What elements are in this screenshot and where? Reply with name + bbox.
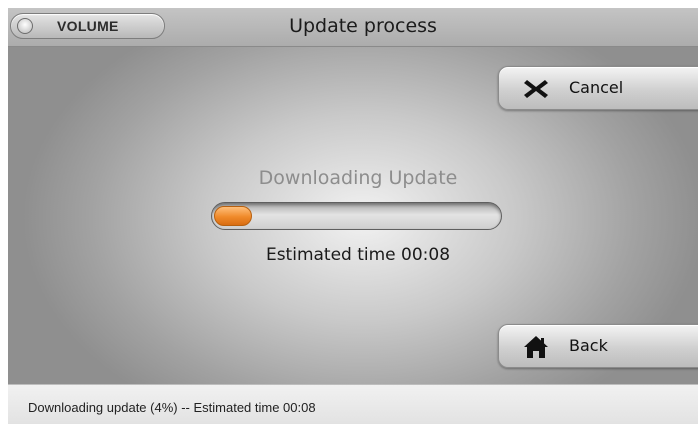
cancel-label: Cancel [569, 78, 624, 97]
status-bar: Downloading update (4%) -- Estimated tim… [8, 384, 698, 424]
download-title: Downloading Update [258, 167, 458, 189]
progress-fill [214, 206, 252, 226]
back-label: Back [569, 336, 608, 355]
volume-indicator-icon [17, 18, 33, 34]
update-screen: VOLUME Update process Cancel Downloading… [8, 8, 698, 424]
cancel-button[interactable]: Cancel [498, 66, 698, 110]
status-text: Downloading update (4%) -- Estimated tim… [28, 400, 316, 415]
volume-label: VOLUME [57, 18, 119, 34]
estimated-time: Estimated time 00:08 [265, 245, 451, 265]
page-title: Update process [289, 15, 437, 37]
back-button[interactable]: Back [498, 324, 698, 368]
top-bar: VOLUME Update process [8, 8, 698, 47]
volume-button[interactable]: VOLUME [10, 13, 165, 39]
progress-bar [211, 202, 502, 230]
close-x-icon [524, 80, 548, 98]
home-icon [524, 336, 548, 358]
